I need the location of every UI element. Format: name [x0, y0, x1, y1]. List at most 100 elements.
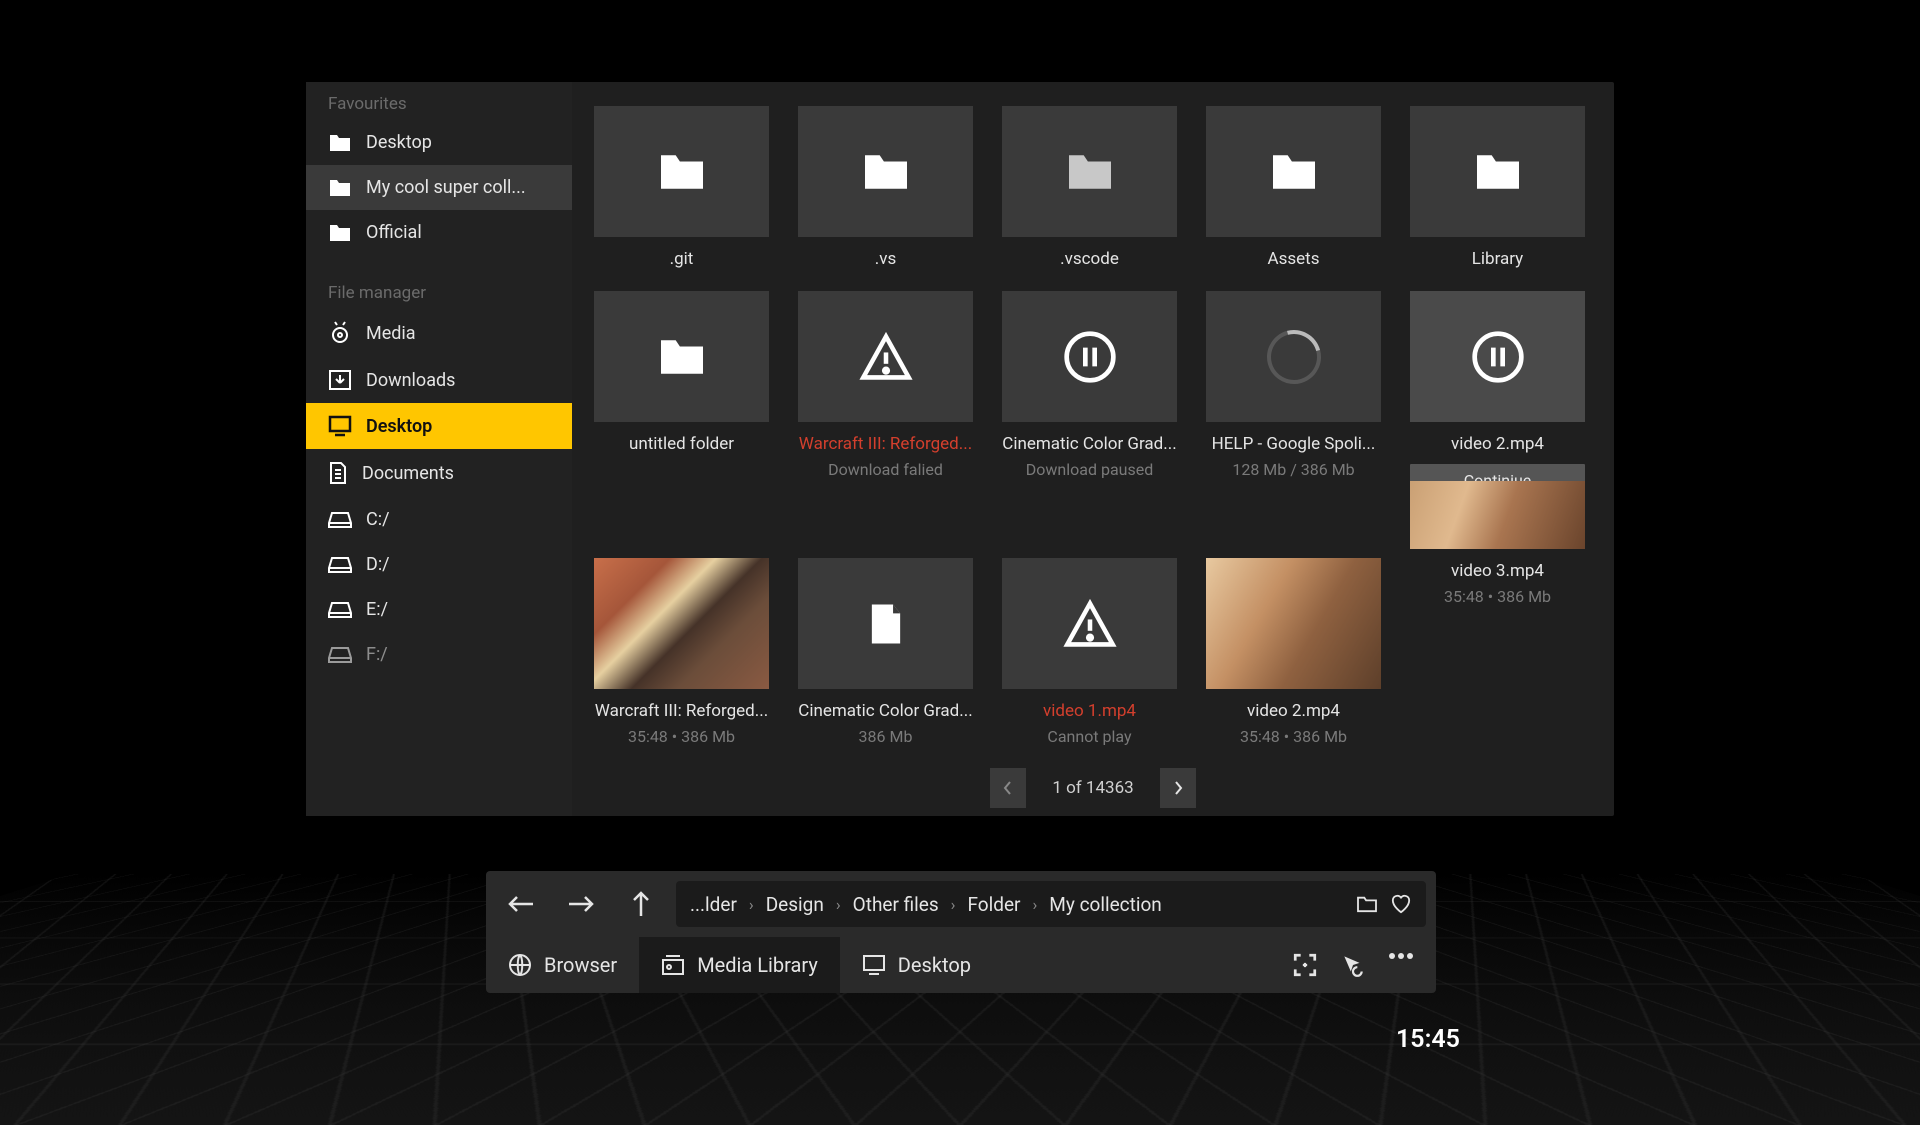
video-tile[interactable]: video 3.mp4 35:48 • 386 Mb: [1410, 481, 1585, 746]
folder-tile[interactable]: .vscode: [1002, 106, 1177, 269]
tile-name: video 3.mp4: [1410, 561, 1585, 581]
warning-icon: [858, 332, 914, 382]
sidebar-item-label: C:/: [366, 509, 390, 530]
breadcrumb-item[interactable]: Other files: [853, 893, 939, 916]
monitor-icon: [328, 415, 352, 437]
tile-subtext: 35:48 • 386 Mb: [1206, 727, 1381, 746]
tile-name: Assets: [1206, 249, 1381, 269]
sidebar-drive-d[interactable]: D:/: [306, 542, 572, 587]
chevron-right-icon: ›: [836, 895, 841, 914]
file-tile-paused[interactable]: Cinematic Color Grad... Download paused: [1002, 291, 1177, 536]
arrow-right-icon: [567, 894, 595, 914]
sidebar-drive-f[interactable]: F:/: [306, 632, 572, 677]
sidebar-fav-collection[interactable]: My cool super coll...: [306, 165, 572, 210]
file-tile-error[interactable]: Warcraft III: Reforged... Download falie…: [798, 291, 973, 536]
sidebar-item-label: Desktop: [366, 416, 432, 437]
arrow-up-icon: [631, 890, 651, 918]
tile-subtext: Download falied: [798, 460, 973, 479]
sidebar: Favourites Desktop My cool super coll...…: [306, 82, 572, 816]
bottombar: ...lder› Design› Other files› Folder› My…: [486, 871, 1436, 993]
media-icon: [328, 321, 352, 345]
tile-subtext: 386 Mb: [798, 727, 973, 746]
warning-icon: [1062, 599, 1118, 649]
video-tile[interactable]: video 2.mp4 35:48 • 386 Mb: [1206, 558, 1381, 746]
tab-label: Browser: [544, 953, 617, 977]
video-thumbnail: [1206, 558, 1381, 689]
cursor-sync-icon[interactable]: [1340, 952, 1366, 978]
drive-icon: [328, 556, 352, 574]
sidebar-desktop[interactable]: Desktop: [306, 403, 572, 449]
sidebar-item-label: Media: [366, 323, 416, 344]
file-tile-error[interactable]: video 1.mp4 Cannot play: [1002, 558, 1177, 746]
tab-label: Media Library: [697, 953, 818, 977]
fullscreen-icon[interactable]: [1292, 952, 1318, 978]
file-tile[interactable]: Cinematic Color Grad... 386 Mb: [798, 558, 973, 746]
sidebar-item-label: Desktop: [366, 132, 432, 153]
folder-tile[interactable]: Library: [1410, 106, 1585, 269]
tile-subtext: 35:48 • 386 Mb: [1410, 587, 1585, 606]
tile-name: .vs: [798, 249, 973, 269]
pause-circle-icon: [1470, 329, 1526, 385]
breadcrumb-item[interactable]: Design: [766, 893, 824, 916]
pager: 1 of 14363: [594, 768, 1592, 808]
sidebar-media[interactable]: Media: [306, 309, 572, 357]
file-tile-loading[interactable]: HELP - Google Spoli... 128 Mb / 386 Mb: [1206, 291, 1381, 536]
tab-desktop[interactable]: Desktop: [840, 937, 993, 993]
clock: 15:45: [1396, 1025, 1460, 1054]
chevron-right-icon: ›: [749, 895, 754, 914]
tile-name: Library: [1410, 249, 1585, 269]
breadcrumb-item[interactable]: ...lder: [690, 893, 737, 916]
folder-icon: [328, 178, 352, 198]
tile-name: Warcraft III: Reforged...: [798, 434, 973, 454]
sidebar-fav-desktop[interactable]: Desktop: [306, 120, 572, 165]
back-button[interactable]: [496, 879, 546, 929]
sidebar-fav-official[interactable]: Official: [306, 210, 572, 255]
breadcrumb[interactable]: ...lder› Design› Other files› Folder› My…: [676, 881, 1426, 927]
content-area: .git .vs .vscode Assets Library untit: [572, 82, 1614, 816]
breadcrumb-item[interactable]: Folder: [967, 893, 1020, 916]
next-page-button[interactable]: [1160, 768, 1196, 808]
tile-name: Warcraft III: Reforged...: [594, 701, 769, 721]
chevron-left-icon: [1003, 780, 1013, 796]
up-button[interactable]: [616, 879, 666, 929]
sidebar-drive-e[interactable]: E:/: [306, 587, 572, 632]
heart-icon[interactable]: [1390, 894, 1412, 914]
tile-subtext: Download paused: [1002, 460, 1177, 479]
sidebar-item-label: F:/: [366, 644, 388, 665]
forward-button[interactable]: [556, 879, 606, 929]
sidebar-item-label: Documents: [362, 463, 454, 484]
tile-subtext: 35:48 • 386 Mb: [594, 727, 769, 746]
tab-browser[interactable]: Browser: [486, 937, 639, 993]
download-icon: [328, 369, 352, 391]
folder-outline-icon[interactable]: [1356, 895, 1378, 913]
tile-name: untitled folder: [594, 434, 769, 454]
prev-page-button[interactable]: [990, 768, 1026, 808]
library-icon: [661, 954, 685, 976]
sidebar-drive-c[interactable]: C:/: [306, 497, 572, 542]
arrow-left-icon: [507, 894, 535, 914]
sidebar-item-label: D:/: [366, 554, 390, 575]
file-icon: [868, 601, 904, 647]
tile-subtext: 128 Mb / 386 Mb: [1206, 460, 1381, 479]
folder-tile[interactable]: .git: [594, 106, 769, 269]
tile-name: Cinematic Color Grad...: [1002, 434, 1177, 454]
sidebar-item-label: E:/: [366, 599, 388, 620]
breadcrumb-item[interactable]: My collection: [1049, 893, 1162, 916]
spinner-icon: [1257, 320, 1331, 394]
video-tile[interactable]: Warcraft III: Reforged... 35:48 • 386 Mb: [594, 558, 769, 746]
pager-text: 1 of 14363: [1052, 778, 1133, 798]
more-icon[interactable]: [1388, 952, 1414, 960]
tile-name: HELP - Google Spoli...: [1206, 434, 1381, 454]
tab-media-library[interactable]: Media Library: [639, 937, 840, 993]
sidebar-documents[interactable]: Documents: [306, 449, 572, 497]
folder-tile[interactable]: Assets: [1206, 106, 1381, 269]
folder-icon: [328, 223, 352, 243]
tile-name: Cinematic Color Grad...: [798, 701, 973, 721]
folder-icon: [860, 151, 912, 193]
sidebar-downloads[interactable]: Downloads: [306, 357, 572, 403]
folder-icon: [1472, 151, 1524, 193]
drive-icon: [328, 601, 352, 619]
folder-tile[interactable]: untitled folder: [594, 291, 769, 536]
sidebar-item-label: My cool super coll...: [366, 177, 526, 198]
folder-tile[interactable]: .vs: [798, 106, 973, 269]
